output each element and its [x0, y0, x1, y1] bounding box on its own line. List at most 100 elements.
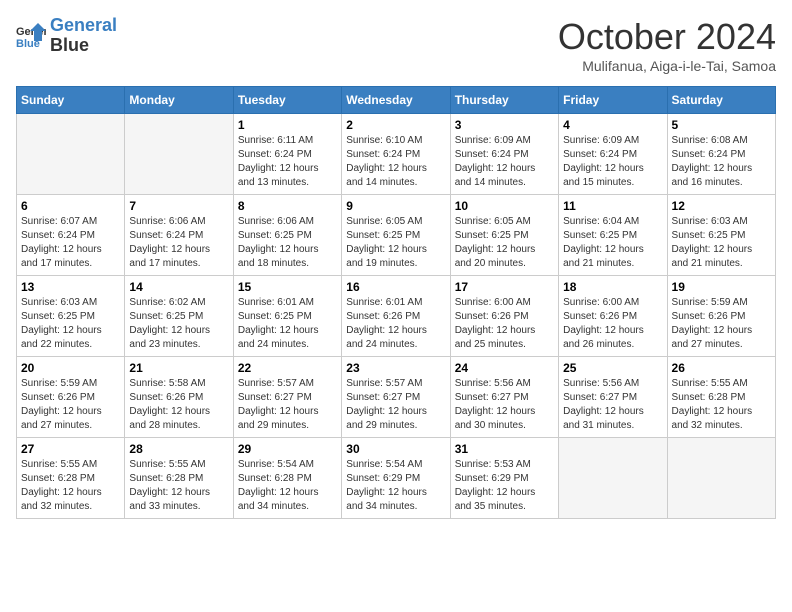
calendar-day-cell: 26 Sunrise: 5:55 AM Sunset: 6:28 PM Dayli…	[667, 357, 775, 438]
day-info: Sunrise: 6:11 AM Sunset: 6:24 PM Dayligh…	[238, 134, 337, 190]
day-number: 3	[455, 118, 554, 132]
calendar-day-cell: 7 Sunrise: 6:06 AM Sunset: 6:24 PM Daylig…	[125, 195, 233, 276]
day-number: 26	[672, 361, 771, 375]
day-number: 27	[21, 442, 120, 456]
calendar-week-row: 20 Sunrise: 5:59 AM Sunset: 6:26 PM Dayli…	[17, 357, 776, 438]
day-info: Sunrise: 6:03 AM Sunset: 6:25 PM Dayligh…	[672, 215, 771, 271]
day-number: 12	[672, 199, 771, 213]
calendar-day-cell: 12 Sunrise: 6:03 AM Sunset: 6:25 PM Dayli…	[667, 195, 775, 276]
day-info: Sunrise: 6:02 AM Sunset: 6:25 PM Dayligh…	[129, 296, 228, 352]
day-of-week-header: Sunday	[17, 87, 125, 114]
day-number: 14	[129, 280, 228, 294]
day-info: Sunrise: 5:55 AM Sunset: 6:28 PM Dayligh…	[21, 458, 120, 514]
calendar-day-cell: 3 Sunrise: 6:09 AM Sunset: 6:24 PM Daylig…	[450, 114, 558, 195]
day-info: Sunrise: 5:59 AM Sunset: 6:26 PM Dayligh…	[672, 296, 771, 352]
calendar-week-row: 1Sunrise: 6:11 AM Sunset: 6:24 PM Daylig…	[17, 114, 776, 195]
day-of-week-header: Saturday	[667, 87, 775, 114]
calendar-day-cell: 22 Sunrise: 5:57 AM Sunset: 6:27 PM Dayli…	[233, 357, 341, 438]
day-number: 17	[455, 280, 554, 294]
day-info: Sunrise: 5:59 AM Sunset: 6:26 PM Dayligh…	[21, 377, 120, 433]
calendar-day-cell: 17 Sunrise: 6:00 AM Sunset: 6:26 PM Dayli…	[450, 276, 558, 357]
day-number: 2	[346, 118, 445, 132]
calendar-day-cell: 10Sunrise: 6:05 AM Sunset: 6:25 PM Dayli…	[450, 195, 558, 276]
calendar-day-cell: 6 Sunrise: 6:07 AM Sunset: 6:24 PM Daylig…	[17, 195, 125, 276]
calendar-week-row: 13 Sunrise: 6:03 AM Sunset: 6:25 PM Dayli…	[17, 276, 776, 357]
day-number: 24	[455, 361, 554, 375]
day-info: Sunrise: 5:57 AM Sunset: 6:27 PM Dayligh…	[238, 377, 337, 433]
month-title: October 2024	[558, 16, 776, 58]
calendar-day-cell: 2Sunrise: 6:10 AM Sunset: 6:24 PM Daylig…	[342, 114, 450, 195]
day-of-week-header: Tuesday	[233, 87, 341, 114]
day-info: Sunrise: 5:55 AM Sunset: 6:28 PM Dayligh…	[129, 458, 228, 514]
day-number: 13	[21, 280, 120, 294]
day-of-week-header: Thursday	[450, 87, 558, 114]
calendar-day-cell	[559, 438, 667, 519]
day-info: Sunrise: 6:03 AM Sunset: 6:25 PM Dayligh…	[21, 296, 120, 352]
calendar-day-cell	[125, 114, 233, 195]
day-of-week-header: Monday	[125, 87, 233, 114]
day-info: Sunrise: 6:00 AM Sunset: 6:26 PM Dayligh…	[455, 296, 554, 352]
day-number: 6	[21, 199, 120, 213]
day-number: 23	[346, 361, 445, 375]
calendar-day-cell: 30Sunrise: 5:54 AM Sunset: 6:29 PM Dayli…	[342, 438, 450, 519]
day-info: Sunrise: 6:01 AM Sunset: 6:25 PM Dayligh…	[238, 296, 337, 352]
day-number: 31	[455, 442, 554, 456]
calendar-header-row: SundayMondayTuesdayWednesdayThursdayFrid…	[17, 87, 776, 114]
day-number: 4	[563, 118, 662, 132]
day-number: 19	[672, 280, 771, 294]
day-info: Sunrise: 5:54 AM Sunset: 6:28 PM Dayligh…	[238, 458, 337, 514]
day-info: Sunrise: 5:55 AM Sunset: 6:28 PM Dayligh…	[672, 377, 771, 433]
calendar-day-cell: 28 Sunrise: 5:55 AM Sunset: 6:28 PM Dayli…	[125, 438, 233, 519]
day-number: 10	[455, 199, 554, 213]
logo-text: GeneralBlue	[50, 16, 117, 56]
logo: General Blue GeneralBlue	[16, 16, 117, 56]
calendar-week-row: 6 Sunrise: 6:07 AM Sunset: 6:24 PM Daylig…	[17, 195, 776, 276]
calendar-day-cell: 27 Sunrise: 5:55 AM Sunset: 6:28 PM Dayli…	[17, 438, 125, 519]
calendar-day-cell: 19 Sunrise: 5:59 AM Sunset: 6:26 PM Dayli…	[667, 276, 775, 357]
calendar-day-cell: 5Sunrise: 6:08 AM Sunset: 6:24 PM Daylig…	[667, 114, 775, 195]
day-number: 20	[21, 361, 120, 375]
calendar-day-cell: 21Sunrise: 5:58 AM Sunset: 6:26 PM Dayli…	[125, 357, 233, 438]
calendar-day-cell: 16 Sunrise: 6:01 AM Sunset: 6:26 PM Dayli…	[342, 276, 450, 357]
calendar-day-cell: 24 Sunrise: 5:56 AM Sunset: 6:27 PM Dayli…	[450, 357, 558, 438]
day-number: 9	[346, 199, 445, 213]
calendar-day-cell: 9 Sunrise: 6:05 AM Sunset: 6:25 PM Daylig…	[342, 195, 450, 276]
day-info: Sunrise: 6:01 AM Sunset: 6:26 PM Dayligh…	[346, 296, 445, 352]
day-info: Sunrise: 6:06 AM Sunset: 6:25 PM Dayligh…	[238, 215, 337, 271]
calendar-table: SundayMondayTuesdayWednesdayThursdayFrid…	[16, 86, 776, 519]
day-number: 29	[238, 442, 337, 456]
calendar-day-cell: 11Sunrise: 6:04 AM Sunset: 6:25 PM Dayli…	[559, 195, 667, 276]
day-info: Sunrise: 5:53 AM Sunset: 6:29 PM Dayligh…	[455, 458, 554, 514]
calendar-day-cell: 14 Sunrise: 6:02 AM Sunset: 6:25 PM Dayli…	[125, 276, 233, 357]
day-info: Sunrise: 6:05 AM Sunset: 6:25 PM Dayligh…	[346, 215, 445, 271]
day-number: 11	[563, 199, 662, 213]
day-number: 22	[238, 361, 337, 375]
calendar-day-cell: 31 Sunrise: 5:53 AM Sunset: 6:29 PM Dayli…	[450, 438, 558, 519]
day-info: Sunrise: 5:54 AM Sunset: 6:29 PM Dayligh…	[346, 458, 445, 514]
day-info: Sunrise: 6:09 AM Sunset: 6:24 PM Dayligh…	[455, 134, 554, 190]
day-number: 18	[563, 280, 662, 294]
calendar-day-cell: 29 Sunrise: 5:54 AM Sunset: 6:28 PM Dayli…	[233, 438, 341, 519]
day-number: 16	[346, 280, 445, 294]
day-info: Sunrise: 5:56 AM Sunset: 6:27 PM Dayligh…	[563, 377, 662, 433]
calendar-day-cell: 13 Sunrise: 6:03 AM Sunset: 6:25 PM Dayli…	[17, 276, 125, 357]
calendar-day-cell	[17, 114, 125, 195]
day-info: Sunrise: 6:06 AM Sunset: 6:24 PM Dayligh…	[129, 215, 228, 271]
day-info: Sunrise: 6:08 AM Sunset: 6:24 PM Dayligh…	[672, 134, 771, 190]
calendar-day-cell: 20 Sunrise: 5:59 AM Sunset: 6:26 PM Dayli…	[17, 357, 125, 438]
title-block: October 2024 Mulifanua, Aiga-i-le-Tai, S…	[558, 16, 776, 74]
day-info: Sunrise: 5:57 AM Sunset: 6:27 PM Dayligh…	[346, 377, 445, 433]
calendar-day-cell: 4 Sunrise: 6:09 AM Sunset: 6:24 PM Daylig…	[559, 114, 667, 195]
location-subtitle: Mulifanua, Aiga-i-le-Tai, Samoa	[558, 58, 776, 74]
day-info: Sunrise: 6:09 AM Sunset: 6:24 PM Dayligh…	[563, 134, 662, 190]
day-info: Sunrise: 5:58 AM Sunset: 6:26 PM Dayligh…	[129, 377, 228, 433]
day-info: Sunrise: 6:07 AM Sunset: 6:24 PM Dayligh…	[21, 215, 120, 271]
day-of-week-header: Friday	[559, 87, 667, 114]
calendar-day-cell: 8Sunrise: 6:06 AM Sunset: 6:25 PM Daylig…	[233, 195, 341, 276]
day-info: Sunrise: 5:56 AM Sunset: 6:27 PM Dayligh…	[455, 377, 554, 433]
day-number: 28	[129, 442, 228, 456]
day-number: 7	[129, 199, 228, 213]
calendar-day-cell: 18Sunrise: 6:00 AM Sunset: 6:26 PM Dayli…	[559, 276, 667, 357]
calendar-day-cell: 23 Sunrise: 5:57 AM Sunset: 6:27 PM Dayli…	[342, 357, 450, 438]
calendar-day-cell: 25Sunrise: 5:56 AM Sunset: 6:27 PM Dayli…	[559, 357, 667, 438]
